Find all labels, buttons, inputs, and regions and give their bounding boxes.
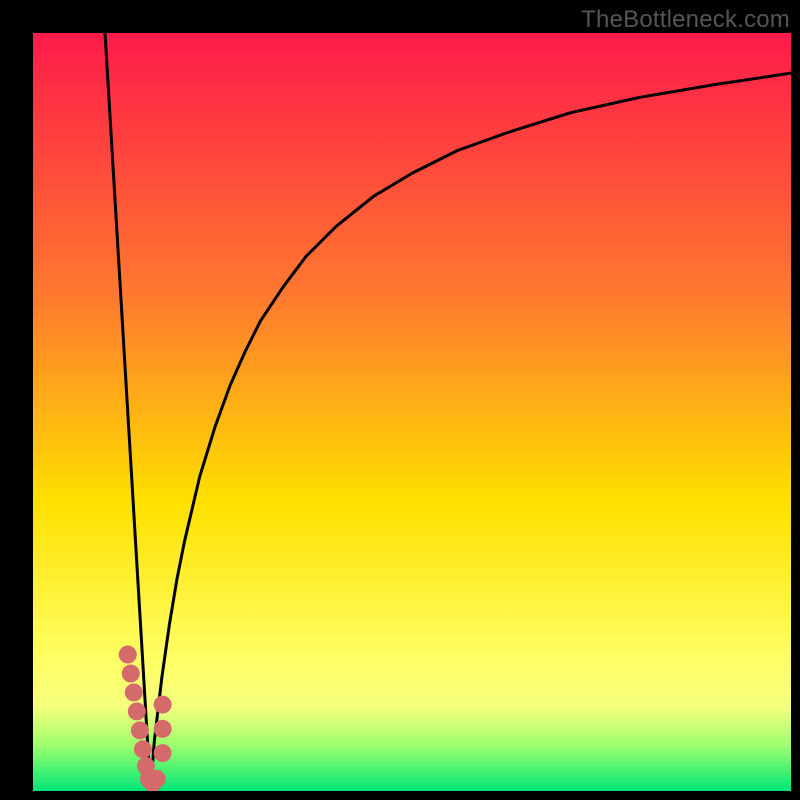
sample-dot — [148, 770, 166, 788]
sample-dot — [154, 720, 172, 738]
sample-dot — [128, 702, 146, 720]
sample-dot — [122, 665, 140, 683]
sample-dot — [154, 744, 172, 762]
gradient-background — [33, 33, 791, 791]
sample-dot — [134, 740, 152, 758]
attribution-text: TheBottleneck.com — [581, 6, 790, 34]
bottleneck-chart — [33, 33, 791, 791]
sample-dot — [125, 683, 143, 701]
sample-dot — [154, 696, 172, 714]
sample-dot — [119, 646, 137, 664]
sample-dot — [131, 721, 149, 739]
chart-frame: TheBottleneck.com — [0, 0, 800, 800]
